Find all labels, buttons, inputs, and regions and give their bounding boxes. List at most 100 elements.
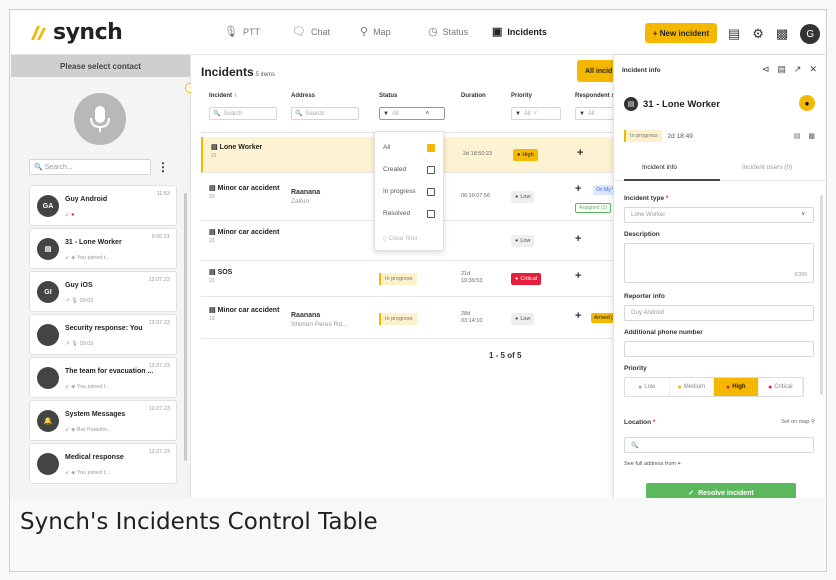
close-icon[interactable]: ✕ bbox=[809, 64, 817, 75]
new-incident-button[interactable]: + New incident bbox=[645, 23, 717, 43]
priority-badge-text: Low bbox=[520, 194, 531, 200]
priority-filter[interactable]: ▼ All ˅ bbox=[511, 107, 561, 120]
top-icons: ▤ ⚙ ▩ G bbox=[728, 24, 821, 44]
contact-item[interactable]: 🔔 System Messages ↙ ◈ Bar Patashn... 12.… bbox=[29, 400, 177, 441]
table-header: Incident ↑ Address Status Duration Prior… bbox=[201, 89, 625, 133]
add-respondent-icon[interactable]: + bbox=[575, 270, 581, 282]
contact-search-input[interactable]: 🔍 Search... bbox=[29, 159, 151, 175]
priority-badge: ● Low bbox=[511, 313, 535, 325]
contact-sub: ↙ ◈ You joined t... bbox=[65, 255, 110, 261]
add-respondent-icon[interactable]: + bbox=[575, 183, 581, 195]
contact-item[interactable]: Security response: You ↗ 🎙 00:02 12.07.2… bbox=[29, 314, 177, 355]
resolve-incident-button[interactable]: ✓ Resolve incident bbox=[646, 483, 796, 498]
incident-name: ▤ Minor car accident 22 bbox=[209, 229, 280, 244]
share-icon[interactable]: ⊲ bbox=[762, 64, 770, 75]
more-options-icon[interactable]: ⋮ bbox=[157, 160, 169, 174]
priority-medium[interactable]: ● Medium bbox=[670, 378, 714, 396]
address-search-input[interactable]: 🔍 Search bbox=[291, 107, 359, 120]
nav-incidents-label: Incidents bbox=[507, 26, 547, 37]
copy-icon[interactable]: ▤ bbox=[777, 64, 786, 75]
contact-item[interactable]: Medical response ↙ ◈ You joined t... 12.… bbox=[29, 443, 177, 484]
priority-low[interactable]: ● Low bbox=[625, 378, 670, 396]
expand-icon[interactable]: ↗ bbox=[794, 64, 802, 75]
chevron-down-icon: ˅ bbox=[801, 212, 805, 218]
panel-tabs: Incident info Incident users (0) bbox=[614, 155, 825, 181]
nav-incidents[interactable]: ▣ Incidents bbox=[492, 25, 547, 38]
checkbox-created[interactable] bbox=[427, 166, 435, 174]
full-address-link[interactable]: See full address from + bbox=[624, 461, 681, 467]
contact-search-row: 🔍 Search... ⋮ bbox=[29, 159, 169, 175]
contact-item[interactable]: GA Guy Android ↙ ● 11:53 bbox=[29, 185, 177, 226]
history-icon[interactable]: ▩ bbox=[808, 132, 815, 140]
incident-num: 31 bbox=[211, 153, 217, 159]
sidebar-scrollbar[interactable] bbox=[184, 193, 187, 461]
set-on-map-link[interactable]: Set on map ⚲ bbox=[781, 419, 815, 425]
contact-sub: ↙ ● bbox=[65, 212, 75, 218]
incident-num: 19 bbox=[209, 316, 215, 322]
panel-scrollbar[interactable] bbox=[820, 195, 823, 395]
book-icon[interactable]: ▩ bbox=[776, 26, 788, 42]
add-respondent-icon[interactable]: + bbox=[577, 147, 583, 159]
priority-badge-text: Low bbox=[520, 238, 531, 244]
nav-chat[interactable]: 🗨 Chat bbox=[292, 25, 330, 38]
duration: 2d 18:50:23 bbox=[463, 151, 493, 157]
page-title-text: Incidents bbox=[201, 65, 254, 79]
dropdown-option-in-progress[interactable]: In progress bbox=[383, 188, 416, 195]
tab-incident-info[interactable]: Incident info bbox=[642, 164, 677, 171]
chat-icon[interactable]: ▤ bbox=[794, 132, 801, 140]
reporter-field[interactable]: Guy Android bbox=[624, 305, 814, 321]
user-avatar[interactable]: G bbox=[800, 24, 821, 44]
priority-selector: ● Low ● Medium ● High ● Critical bbox=[624, 377, 804, 397]
priority-high[interactable]: ● High bbox=[714, 378, 759, 396]
select-contact-header: Please select contact bbox=[11, 55, 190, 77]
phone-field[interactable] bbox=[624, 341, 814, 357]
nav-map[interactable]: ⚲ Map bbox=[360, 25, 391, 38]
clear-filter-button[interactable]: ▯ Clear filter bbox=[383, 234, 418, 242]
add-respondent-icon[interactable]: + bbox=[575, 310, 581, 322]
checkbox-all[interactable] bbox=[427, 144, 435, 152]
tab-incident-users[interactable]: Incident users (0) bbox=[742, 164, 792, 171]
table-row[interactable]: ▤ Minor car accident 19 Raanana Shimon Per… bbox=[201, 297, 625, 339]
priority-critical[interactable]: ● Critical bbox=[759, 378, 803, 396]
address: Raanana Zaifun bbox=[291, 188, 320, 206]
dropdown-option-created[interactable]: Created bbox=[383, 166, 406, 173]
nav-status[interactable]: ◷ Status bbox=[428, 25, 468, 38]
respondent-filter-value: All bbox=[587, 110, 595, 117]
status-filter[interactable]: ▼ All ˄ bbox=[379, 107, 445, 120]
location-search-input[interactable]: 🔍 bbox=[624, 437, 814, 453]
contact-item[interactable]: GI Guy iOS ↗ 🎙 00:02 12.07.23 bbox=[29, 271, 177, 312]
filter-icon: ▼ bbox=[515, 110, 521, 117]
bell-icon: 🔔 bbox=[37, 410, 59, 432]
incident-search-input[interactable]: 🔍 Search bbox=[209, 107, 277, 120]
messages-icon[interactable]: ▤ bbox=[728, 26, 740, 42]
checkbox-resolved[interactable] bbox=[427, 210, 435, 218]
page-title: Incidents 5 items bbox=[201, 65, 275, 79]
contact-item[interactable]: The team for evacuation ... ↙ ◈ You join… bbox=[29, 357, 177, 398]
incident-title-text: 31 - Lone Worker bbox=[643, 98, 720, 110]
contact-sub: ↙ ◈ You joined t... bbox=[65, 384, 110, 390]
col-status: Status bbox=[379, 93, 398, 99]
search-icon: 🔍 bbox=[34, 164, 43, 171]
dropdown-option-resolved[interactable]: Resolved bbox=[383, 210, 410, 217]
mic-icon: 🎙 bbox=[224, 26, 238, 38]
contact-name: Guy Android bbox=[65, 196, 108, 203]
priority-critical-label: Critical bbox=[774, 384, 793, 390]
description-field[interactable]: 0/300 bbox=[624, 243, 814, 283]
ptt-mic-button[interactable] bbox=[74, 93, 126, 145]
incident-mic-button[interactable]: ● bbox=[799, 95, 815, 111]
status-filter-value: All bbox=[391, 110, 399, 117]
dropdown-option-all[interactable]: All bbox=[383, 144, 390, 151]
add-icon: + bbox=[677, 461, 681, 467]
gear-icon[interactable]: ⚙ bbox=[752, 26, 764, 42]
incident-name: ▤ Lone Worker 31 bbox=[211, 144, 263, 159]
contact-item[interactable]: ▤ 31 - Lone Worker ↙ ◈ You joined t... 9… bbox=[29, 228, 177, 269]
incident-type-select[interactable]: Lone Worker ˅ bbox=[624, 207, 814, 223]
nav-ptt[interactable]: 🎙 PTT bbox=[224, 25, 260, 38]
priority-high-label: High bbox=[732, 384, 746, 390]
add-respondent-icon[interactable]: + bbox=[575, 233, 581, 245]
col-incident[interactable]: Incident ↑ bbox=[209, 93, 237, 99]
table-row[interactable]: ▤ SOS 21 In progress 21d 19:39:53 ● Criti… bbox=[201, 261, 625, 297]
checkbox-in-progress[interactable] bbox=[427, 188, 435, 196]
incident-type-label: Incident type * bbox=[624, 195, 669, 202]
synch-logo[interactable]: synch bbox=[27, 20, 123, 45]
